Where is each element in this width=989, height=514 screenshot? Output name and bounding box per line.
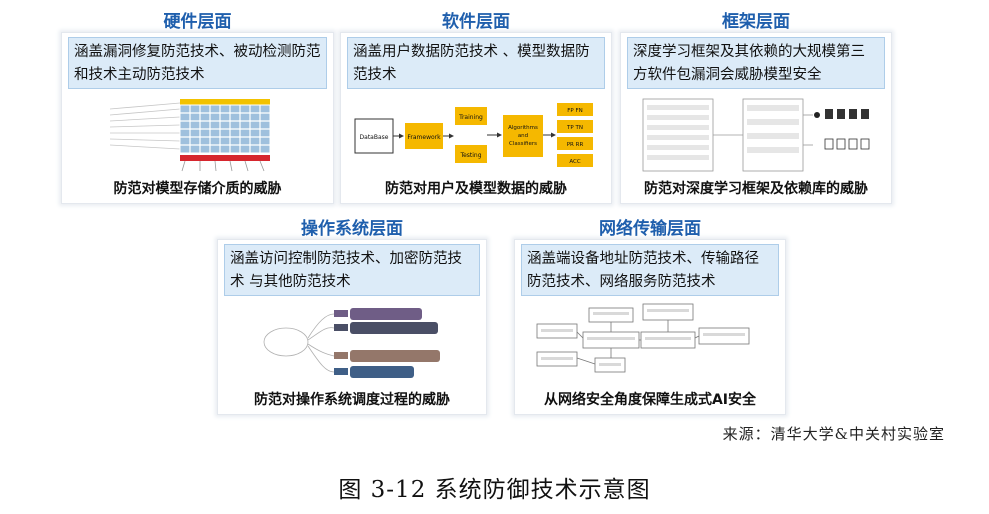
- network-image: [523, 302, 777, 386]
- network-caption: 从网络安全角度保障生成式AI安全: [543, 392, 757, 408]
- data-flow-diagram: DataBase Framework Training Testing Algo…: [354, 103, 593, 167]
- os-card: 操作系统层面 涵盖访问控制防范技术、加密防范技术 与其他防范技术 防范对操作系统…: [217, 219, 487, 415]
- framework-dependency-diagram: [642, 98, 870, 172]
- os-scheduling-illustration: [263, 308, 440, 378]
- os-image: [226, 302, 478, 386]
- hardware-image: [70, 95, 325, 175]
- metric-acc: ACC: [569, 159, 581, 165]
- software-description: 涵盖用户数据防范技术 、模型数据防范技术: [347, 37, 605, 89]
- metric-fp-fn: FP FN: [567, 108, 583, 114]
- training-label: Training: [458, 114, 483, 121]
- network-topology-illustration: [536, 303, 750, 373]
- hardware-caption: 防范对模型存储介质的威胁: [113, 181, 282, 197]
- hardware-card: 硬件层面 涵盖漏洞修复防范技术、被动检测防范和技术主动防范技术 防范对模型存储介…: [61, 12, 334, 204]
- framework-image: [629, 95, 883, 175]
- testing-label: Testing: [459, 152, 481, 159]
- software-title: 软件层面: [442, 12, 510, 32]
- hardware-description: 涵盖漏洞修复防范技术、被动检测防范和技术主动防范技术: [68, 37, 327, 89]
- figure-title: 图 3-12 系统防御技术示意图: [338, 477, 651, 503]
- framework-label: Framework: [407, 134, 441, 141]
- software-card: 软件层面 涵盖用户数据防范技术 、模型数据防范技术 DataBase Frame…: [340, 12, 612, 204]
- network-title: 网络传输层面: [599, 219, 701, 239]
- framework-description: 深度学习框架及其依赖的大规模第三方软件包漏洞会威胁模型安全: [627, 37, 885, 89]
- software-image: DataBase Framework Training Testing Algo…: [349, 95, 603, 175]
- os-caption: 防范对操作系统调度过程的威胁: [254, 392, 450, 408]
- framework-card: 框架层面 深度学习框架及其依赖的大规模第三方软件包漏洞会威胁模型安全 防范对深度…: [620, 12, 892, 204]
- network-description: 涵盖端设备地址防范技术、传输路径防范技术、网络服务防范技术: [521, 244, 779, 296]
- os-description: 涵盖访问控制防范技术、加密防范技术 与其他防范技术: [224, 244, 480, 296]
- algorithms-label-2: and: [518, 133, 528, 139]
- metric-pr-rr: PR RR: [567, 142, 584, 148]
- algorithms-label-3: Classifiers: [509, 141, 537, 147]
- os-title: 操作系统层面: [301, 219, 403, 239]
- metric-tp-tn: TP TN: [566, 125, 583, 131]
- hardware-title: 硬件层面: [163, 12, 232, 32]
- memory-array-illustration: [109, 99, 271, 172]
- database-label: DataBase: [360, 134, 389, 141]
- framework-title: 框架层面: [722, 12, 790, 32]
- software-caption: 防范对用户及模型数据的威胁: [385, 181, 567, 197]
- framework-caption: 防范对深度学习框架及依赖库的威胁: [644, 181, 868, 197]
- network-card: 网络传输层面 涵盖端设备地址防范技术、传输路径防范技术、网络服务防范技术 从网络…: [514, 219, 786, 415]
- algorithms-label-1: Algorithms: [508, 125, 538, 131]
- source-note: 来源：清华大学&中关村实验室: [722, 425, 945, 443]
